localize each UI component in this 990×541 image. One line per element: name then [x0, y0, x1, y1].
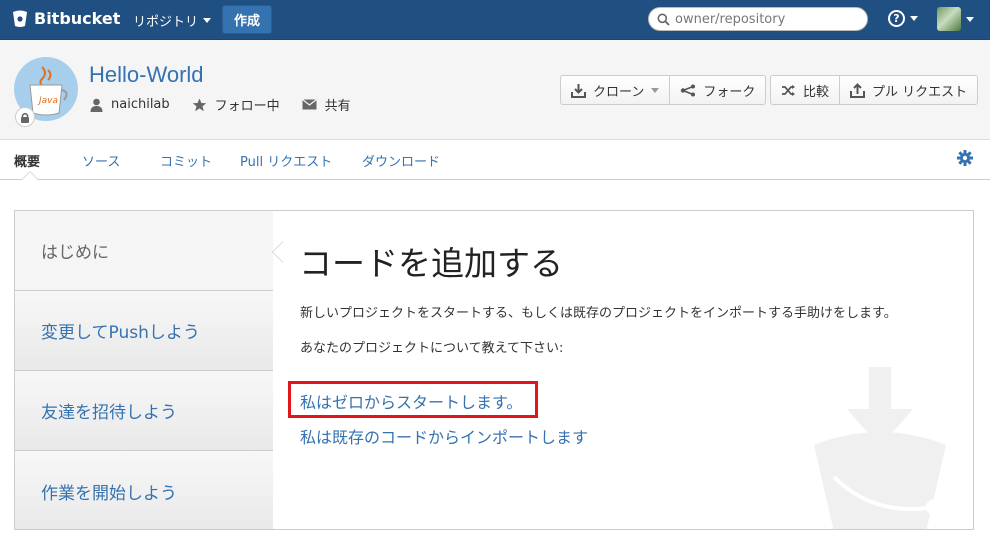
step-introduction[interactable]: はじめに: [15, 211, 273, 291]
owner-name: naichilab: [111, 97, 170, 112]
fork-label: フォーク: [703, 84, 756, 100]
follow-toggle[interactable]: フォロー中: [192, 95, 280, 114]
repositories-label: リポジトリ: [133, 15, 199, 30]
download-icon: [571, 83, 586, 98]
following-label: フォロー中: [214, 99, 280, 114]
top-navigation-bar: Bitbucket リポジトリ 作成 ?: [0, 0, 990, 40]
gear-icon[interactable]: [957, 150, 973, 166]
repositories-menu[interactable]: リポジトリ: [133, 11, 212, 30]
step-start-work[interactable]: 作業を開始しよう: [15, 451, 273, 529]
compare-label: 比較: [803, 84, 830, 100]
create-button[interactable]: 作成: [222, 5, 272, 34]
tab-commits[interactable]: コミット: [160, 151, 212, 170]
bucket-icon: [13, 10, 27, 27]
chevron-down-icon: [651, 87, 660, 93]
pull-request-button[interactable]: プル リクエスト: [839, 76, 977, 104]
repository-tabs: 概要 ソース コミット Pull リクエスト ダウンロード: [0, 141, 990, 180]
project-prompt: あなたのプロジェクトについて教えて下さい:: [300, 341, 564, 356]
active-tab-indicator: [21, 171, 39, 180]
star-icon: [192, 98, 206, 111]
page-heading: コードを追加する: [299, 244, 563, 283]
compare-pr-group: 比較 プル リクエスト: [770, 75, 979, 105]
fork-button[interactable]: フォーク: [669, 76, 765, 104]
import-existing-code-link[interactable]: 私は既存のコードからインポートします: [300, 424, 588, 448]
tab-source[interactable]: ソース: [82, 151, 120, 170]
tab-downloads[interactable]: ダウンロード: [362, 151, 440, 170]
intro-description: 新しいプロジェクトをスタートする、もしくは既存のプロジェクトをインポートする手助…: [300, 306, 897, 321]
getting-started-panel: はじめに 変更してPushしよう 友達を招待しよう 作業を開始しよう コードを追…: [14, 210, 974, 530]
owner-link[interactable]: naichilab: [90, 97, 170, 112]
private-lock-badge: [15, 107, 35, 127]
repository-meta: naichilab フォロー中 共有: [90, 95, 373, 114]
envelope-icon: [301, 99, 317, 110]
lock-icon: [21, 112, 29, 123]
chevron-down-icon: [910, 16, 918, 21]
compare-button[interactable]: 比較: [771, 76, 839, 104]
help-icon: ?: [888, 10, 905, 27]
bitbucket-logo[interactable]: Bitbucket: [12, 9, 120, 28]
upload-icon: [850, 82, 866, 98]
shuffle-icon: [782, 84, 795, 96]
search-box[interactable]: [648, 7, 868, 31]
brand-name: Bitbucket: [34, 9, 121, 28]
clone-label: クローン: [593, 84, 645, 100]
share-label: 共有: [324, 99, 351, 114]
start-from-scratch-link[interactable]: 私はゼロからスタートします。: [300, 389, 522, 413]
search-icon: [657, 13, 670, 26]
tab-pull-requests[interactable]: Pull リクエスト: [240, 151, 332, 170]
user-menu[interactable]: [937, 7, 974, 31]
fork-icon: [681, 84, 696, 96]
share-link[interactable]: 共有: [301, 95, 351, 114]
java-label: Java: [37, 96, 58, 106]
pull-request-label: プル リクエスト: [872, 84, 968, 100]
tab-overview[interactable]: 概要: [14, 151, 40, 170]
step-push-changes[interactable]: 変更してPushしよう: [15, 291, 273, 371]
bucket-download-watermark-icon: [814, 367, 946, 529]
search-input[interactable]: [675, 11, 855, 27]
chevron-down-icon: [966, 16, 974, 22]
chevron-down-icon: [203, 18, 212, 23]
repository-name[interactable]: Hello-World: [89, 62, 204, 88]
user-avatar: [937, 7, 961, 31]
step-invite-friends[interactable]: 友達を招待しよう: [15, 371, 273, 451]
main-content: コードを追加する 新しいプロジェクトをスタートする、もしくは既存のプロジェクトを…: [274, 211, 973, 529]
help-menu[interactable]: ?: [888, 10, 918, 27]
clone-button[interactable]: クローン: [561, 76, 669, 104]
repository-header: Java Hello-World naichilab フォロー中 共有 クローン…: [0, 40, 990, 140]
clone-fork-group: クローン フォーク: [560, 75, 767, 105]
user-icon: [90, 98, 103, 112]
steps-sidebar: はじめに 変更してPushしよう 友達を招待しよう 作業を開始しよう: [15, 211, 273, 529]
